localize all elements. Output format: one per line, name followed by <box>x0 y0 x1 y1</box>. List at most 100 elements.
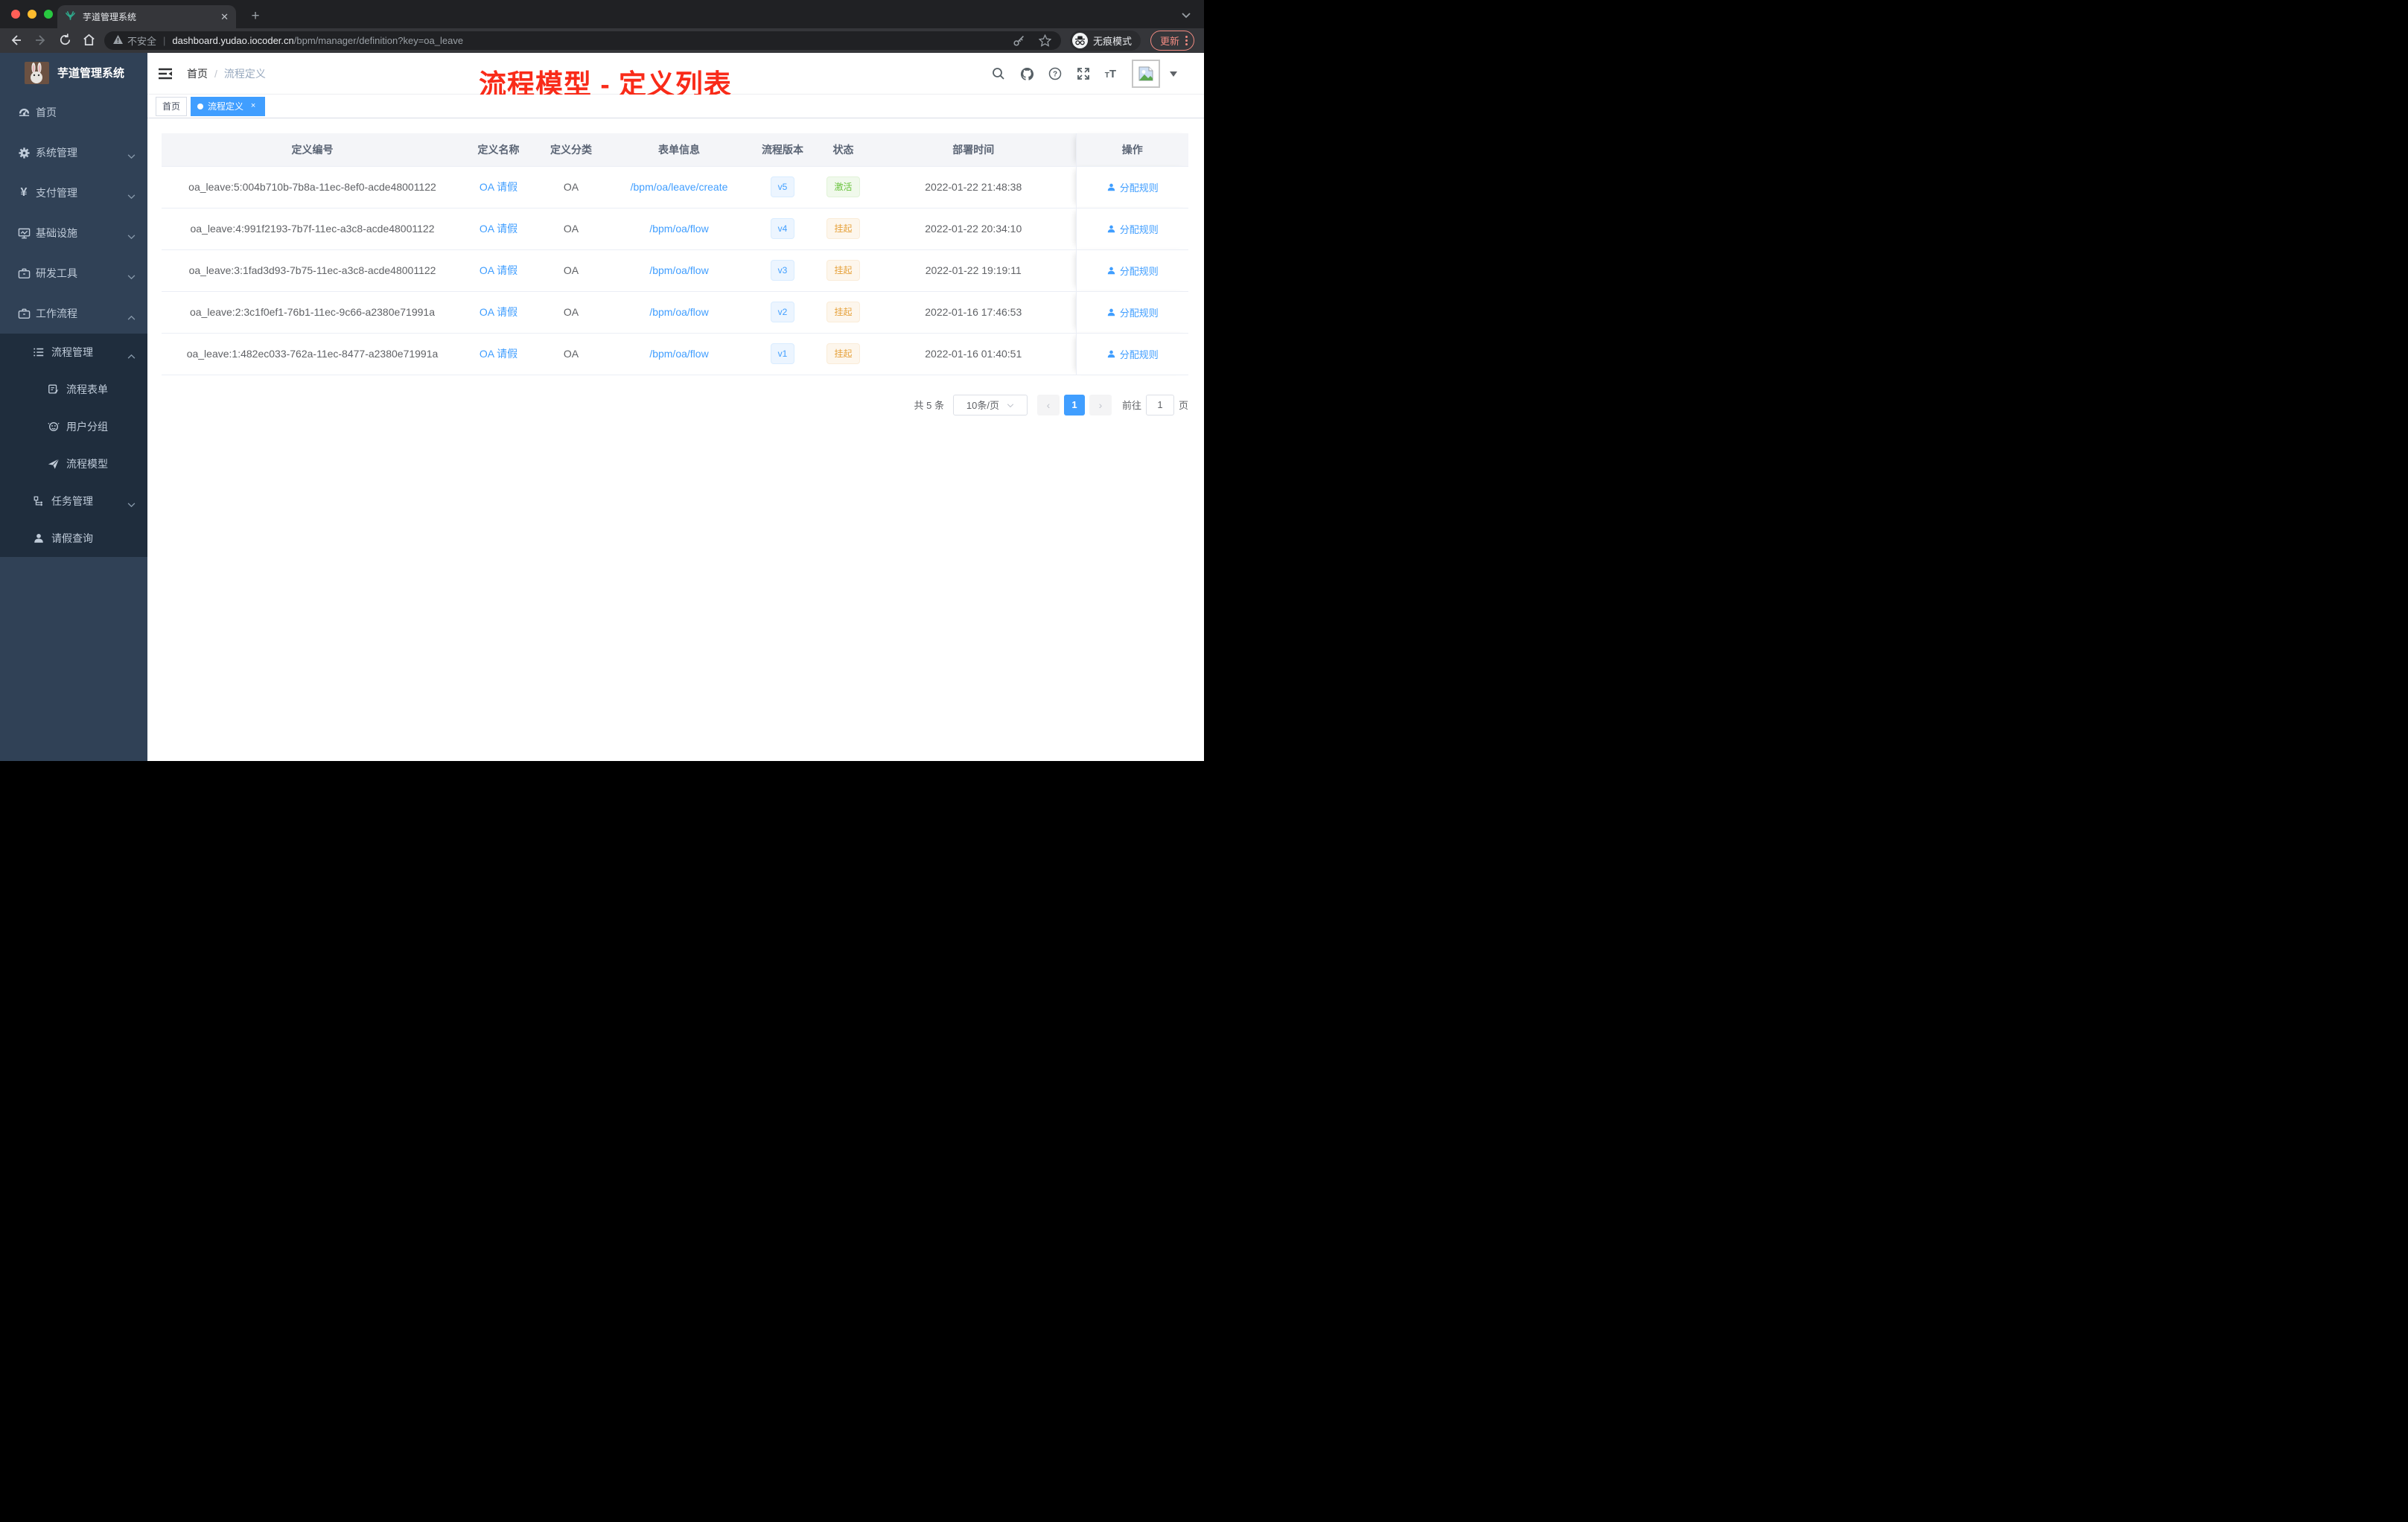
form-info-link[interactable]: /bpm/oa/flow <box>649 264 708 276</box>
sidebar-item-task-mgmt[interactable]: 任务管理 <box>0 483 147 520</box>
avatar-caret-icon[interactable] <box>1170 67 1177 80</box>
sidebar-item-home[interactable]: 首页 <box>0 92 147 133</box>
sidebar-item-infrastructure[interactable]: 基础设施 <box>0 213 147 253</box>
cell-definition-id: oa_leave:1:482ec033-762a-11ec-8477-a2380… <box>162 333 463 375</box>
dashboard-icon <box>17 106 31 119</box>
tag-home[interactable]: 首页 <box>156 96 188 116</box>
form-info-link[interactable]: /bpm/oa/flow <box>649 223 708 235</box>
breadcrumb-home[interactable]: 首页 <box>187 66 208 81</box>
sidebar-item-payment[interactable]: ¥ 支付管理 <box>0 173 147 213</box>
cell-category: OA <box>534 249 608 292</box>
window-close-button[interactable] <box>11 10 20 19</box>
url-separator: | <box>163 35 166 46</box>
forward-icon[interactable] <box>34 33 48 48</box>
status-badge: 挂起 <box>826 302 860 322</box>
browser-toolbar: 不安全 | dashboard.yudao.iocoder.cn/bpm/man… <box>0 28 1204 53</box>
col-header-category: 定义分类 <box>534 133 608 167</box>
sidebar-item-system[interactable]: 系统管理 <box>0 133 147 173</box>
search-icon[interactable] <box>992 67 1006 81</box>
status-badge: 挂起 <box>826 343 860 364</box>
chevron-up-icon <box>127 311 136 322</box>
address-bar[interactable]: 不安全 | dashboard.yudao.iocoder.cn/bpm/man… <box>104 31 1061 50</box>
definition-name-link[interactable]: OA 请假 <box>480 181 517 193</box>
security-label[interactable]: 不安全 <box>127 34 156 48</box>
back-icon[interactable] <box>8 33 23 48</box>
svg-text:?: ? <box>1053 71 1057 79</box>
window-zoom-button[interactable] <box>44 10 53 19</box>
form-info-link[interactable]: /bpm/oa/leave/create <box>631 181 728 193</box>
assign-rule-link[interactable]: 分配规则 <box>1106 222 1159 236</box>
browser-window: 芋道管理系统 ✕ + 不安全 | dashboard.yudao.iocoder… <box>0 0 1204 761</box>
page-header: 首页 / 流程定义 流程模型 - 定义列表 ? TT <box>147 53 1204 100</box>
prev-page-button[interactable]: ‹ <box>1036 394 1060 415</box>
cell-definition-id: oa_leave:3:1fad3d93-7b75-11ec-a3c8-acde4… <box>162 249 463 292</box>
tag-process-definition[interactable]: 流程定义 × <box>191 96 266 116</box>
update-button[interactable]: 更新 <box>1150 31 1194 51</box>
window-minimize-button[interactable] <box>28 10 36 19</box>
home-icon[interactable] <box>82 33 97 48</box>
chevron-down-icon <box>127 270 136 282</box>
tag-close-icon[interactable]: × <box>248 101 258 112</box>
browser-menu-icon[interactable] <box>1185 36 1188 45</box>
table-row: oa_leave:2:3c1f0ef1-76b1-11ec-9c66-a2380… <box>162 291 1188 334</box>
sidebar-item-process-mgmt[interactable]: 流程管理 <box>0 334 147 371</box>
cell-deploy-time: 2022-01-22 20:34:10 <box>871 208 1076 250</box>
user-icon <box>1107 350 1115 357</box>
assign-rule-link[interactable]: 分配规则 <box>1106 305 1159 319</box>
incognito-icon <box>1071 33 1088 48</box>
browser-tab[interactable]: 芋道管理系统 ✕ <box>57 5 236 28</box>
definition-name-link[interactable]: OA 请假 <box>480 348 517 360</box>
assign-rule-link[interactable]: 分配规则 <box>1106 180 1159 194</box>
sidebar-item-user-group[interactable]: 用户分组 <box>0 408 147 445</box>
version-badge: v1 <box>770 343 795 364</box>
sidebar-item-leave-query[interactable]: 请假查询 <box>0 520 147 557</box>
yen-icon: ¥ <box>20 186 28 199</box>
page-size-select[interactable]: 10条/页 <box>952 394 1028 415</box>
user-group-icon <box>47 420 60 433</box>
sidebar-item-label: 首页 <box>36 106 57 118</box>
col-header-actions: 操作 <box>1075 133 1188 167</box>
font-size-icon[interactable]: TT <box>1105 68 1116 80</box>
password-key-icon[interactable] <box>1013 34 1025 51</box>
tab-close-icon[interactable]: ✕ <box>220 11 229 23</box>
chevron-down-icon <box>127 190 136 202</box>
tab-search-chevron-icon[interactable] <box>1182 9 1191 22</box>
cell-definition-id: oa_leave:2:3c1f0ef1-76b1-11ec-9c66-a2380… <box>162 291 463 334</box>
sidebar-menu: 首页 系统管理 ¥ 支付管理 基础设施 研发工具 工作流程 流程管理 流程表单 … <box>0 92 147 557</box>
new-tab-button[interactable]: + <box>246 7 265 26</box>
toolbox-icon <box>17 267 31 280</box>
reload-icon[interactable] <box>58 33 73 48</box>
current-page-button[interactable]: 1 <box>1063 394 1085 415</box>
sidebar-toggle-hamburger-icon[interactable] <box>157 66 173 82</box>
cell-deploy-time: 2022-01-16 17:46:53 <box>871 291 1076 334</box>
sidebar-item-process-form[interactable]: 流程表单 <box>0 371 147 408</box>
sidebar-item-devtools[interactable]: 研发工具 <box>0 253 147 293</box>
goto-page-input[interactable] <box>1145 394 1174 415</box>
next-page-button[interactable]: › <box>1089 394 1112 415</box>
bookmark-star-icon[interactable] <box>1038 34 1052 51</box>
avatar[interactable] <box>1132 60 1160 88</box>
definition-name-link[interactable]: OA 请假 <box>480 306 517 318</box>
help-question-icon[interactable]: ? <box>1048 67 1063 81</box>
definition-name-link[interactable]: OA 请假 <box>480 223 517 235</box>
github-icon[interactable] <box>1020 67 1034 81</box>
sidebar-item-process-model[interactable]: 流程模型 <box>0 445 147 483</box>
tag-label: 流程定义 <box>208 101 244 112</box>
fullscreen-icon[interactable] <box>1077 67 1091 81</box>
page-content: 定义编号 定义名称 定义分类 表单信息 流程版本 状态 部署时间 操作 oa_l <box>147 118 1204 415</box>
definition-name-link[interactable]: OA 请假 <box>480 264 517 276</box>
workflow-submenu: 流程管理 流程表单 用户分组 流程模型 任务管理 请假查询 <box>0 334 147 557</box>
broken-image-icon <box>1138 66 1153 81</box>
sidebar: 芋道管理系统 首页 系统管理 ¥ 支付管理 基础设施 研发工具 工作流程 流程管… <box>0 53 147 761</box>
select-chevron-down-icon <box>1007 399 1014 410</box>
form-info-link[interactable]: /bpm/oa/flow <box>649 348 708 360</box>
cell-category: OA <box>534 333 608 375</box>
definition-table: 定义编号 定义名称 定义分类 表单信息 流程版本 状态 部署时间 操作 oa_l <box>162 133 1188 375</box>
col-header-form-info: 表单信息 <box>608 133 750 167</box>
form-info-link[interactable]: /bpm/oa/flow <box>649 306 708 318</box>
sidebar-item-workflow[interactable]: 工作流程 <box>0 293 147 334</box>
brand[interactable]: 芋道管理系统 <box>0 53 147 92</box>
assign-rule-link[interactable]: 分配规则 <box>1106 264 1159 278</box>
active-tag-dot <box>197 103 204 109</box>
assign-rule-link[interactable]: 分配规则 <box>1106 347 1159 361</box>
